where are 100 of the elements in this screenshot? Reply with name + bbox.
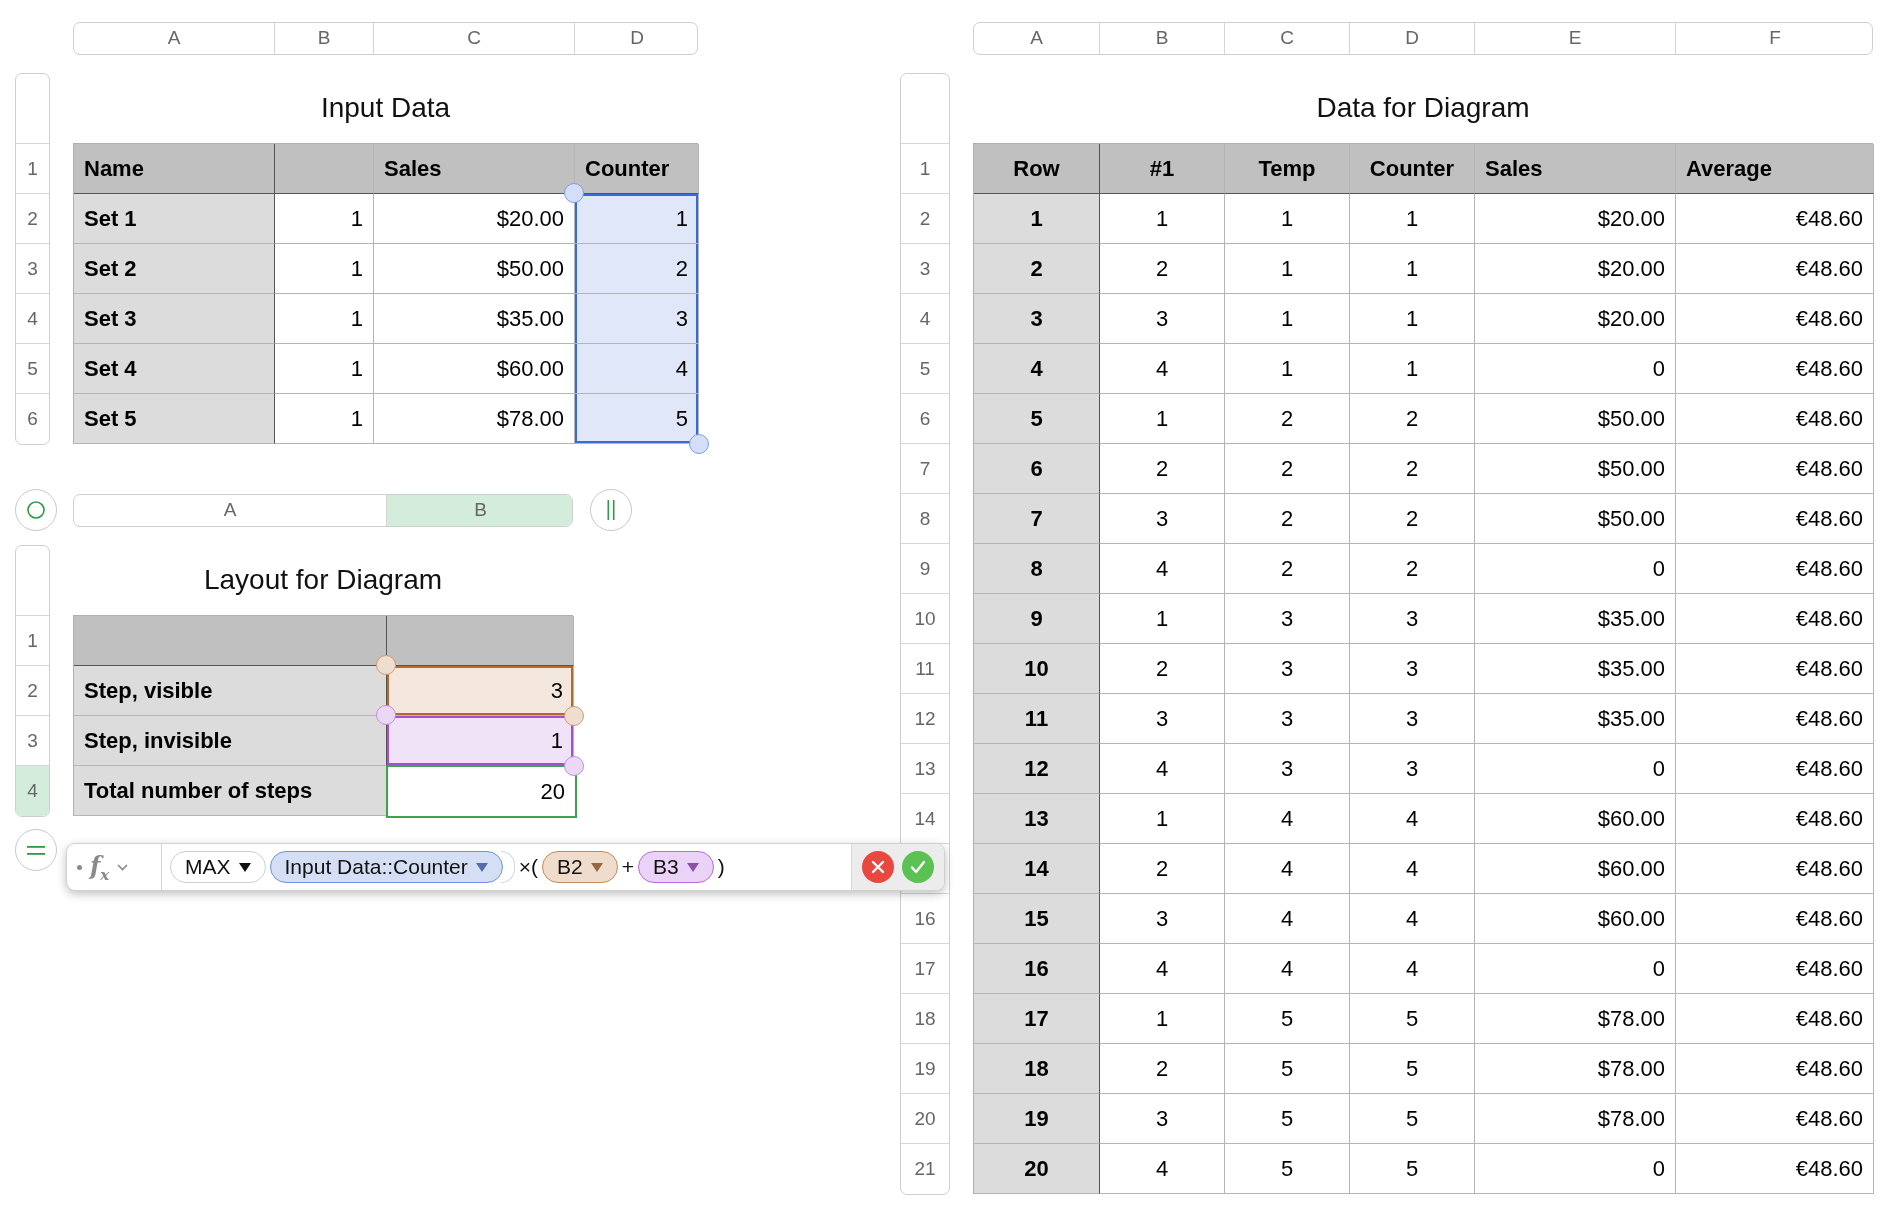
row-number[interactable]: 11 — [901, 644, 949, 694]
row-number[interactable]: 3 — [901, 244, 949, 294]
row-number[interactable]: 10 — [901, 594, 949, 644]
table-cell: €48.60 — [1676, 894, 1874, 944]
column-letter[interactable]: D — [1350, 22, 1475, 54]
header-cell: Row — [974, 144, 1100, 194]
table-cell: 5 — [1225, 1094, 1350, 1144]
table-cell: 4 — [1350, 794, 1475, 844]
table-cell: 12 — [974, 744, 1100, 794]
table-cell: 1 — [275, 394, 374, 444]
row-number[interactable]: 4 — [901, 294, 949, 344]
row-number[interactable]: 1 — [901, 144, 949, 194]
accept-button[interactable] — [902, 851, 934, 883]
row-number[interactable]: 18 — [901, 994, 949, 1044]
row-number[interactable]: 16 — [901, 894, 949, 944]
table-cell: 0 — [1475, 544, 1676, 594]
header-cell: Counter — [1350, 144, 1475, 194]
table-cell: 2 — [1100, 644, 1225, 694]
column-letter[interactable]: B — [387, 494, 572, 526]
dropdown-icon — [590, 862, 603, 872]
row-number[interactable]: 2 — [16, 194, 49, 244]
table-cell: €48.60 — [1676, 544, 1874, 594]
table-cell: 3 — [575, 294, 699, 344]
row-number[interactable]: 13 — [901, 744, 949, 794]
table-cell: 19 — [974, 1094, 1100, 1144]
row-number[interactable]: 5 — [16, 344, 49, 394]
table-cell: 2 — [1225, 394, 1350, 444]
column-letter[interactable]: B — [275, 22, 374, 54]
table-cell: 1 — [1100, 194, 1225, 244]
cancel-button[interactable] — [862, 851, 894, 883]
row-number[interactable]: 19 — [901, 1044, 949, 1094]
row-number[interactable]: 21 — [901, 1144, 949, 1194]
table-cell: €48.60 — [1676, 694, 1874, 744]
table-cell: 5 — [1225, 1044, 1350, 1094]
table-cell: 3 — [974, 294, 1100, 344]
table-cell: €48.60 — [1676, 394, 1874, 444]
header-cell: Average — [1676, 144, 1874, 194]
row-number[interactable]: 2 — [901, 194, 949, 244]
column-letter[interactable]: C — [374, 22, 575, 54]
selection-handle[interactable] — [564, 756, 584, 776]
table-cell: 2 — [1350, 494, 1475, 544]
table-cell: 2 — [1225, 444, 1350, 494]
row-number[interactable]: 2 — [16, 666, 49, 716]
table-cell: $20.00 — [1475, 294, 1676, 344]
table-cell: $78.00 — [1475, 994, 1676, 1044]
table-cell: 2 — [1350, 444, 1475, 494]
row-number[interactable]: 8 — [901, 494, 949, 544]
table-cell: $50.00 — [1475, 494, 1676, 544]
table-cell: €48.60 — [1676, 1044, 1874, 1094]
table-cell: 1 — [1225, 194, 1350, 244]
table-cell: 2 — [1100, 244, 1225, 294]
row-number[interactable]: 4 — [16, 766, 49, 816]
function-label[interactable]: f$_{x}$ — [90, 850, 110, 884]
table-cell: $20.00 — [1475, 244, 1676, 294]
equals-button[interactable] — [15, 829, 57, 871]
column-letter[interactable]: D — [575, 22, 697, 54]
row-number[interactable]: 6 — [16, 394, 49, 444]
table-cell: 1 — [1350, 294, 1475, 344]
table-cell: 2 — [1100, 844, 1225, 894]
reference-token[interactable]: B2 — [542, 851, 618, 883]
table-cell: 3 — [1225, 744, 1350, 794]
header-cell: #1 — [1100, 144, 1225, 194]
table-cell: 2 — [575, 244, 699, 294]
row-number[interactable]: 9 — [901, 544, 949, 594]
table-title: Layout for Diagram — [203, 564, 443, 596]
chevron-icon[interactable] — [117, 863, 129, 871]
row-number[interactable]: 20 — [901, 1094, 949, 1144]
table-cell: $50.00 — [374, 244, 575, 294]
row-number[interactable]: 1 — [16, 144, 49, 194]
row-number[interactable]: 3 — [16, 244, 49, 294]
row-number[interactable]: 6 — [901, 394, 949, 444]
table-cell: €48.60 — [1676, 194, 1874, 244]
table-cell: $35.00 — [374, 294, 575, 344]
row-number[interactable]: 17 — [901, 944, 949, 994]
selection-handle[interactable] — [689, 434, 709, 454]
row-number[interactable]: 5 — [901, 344, 949, 394]
column-letter[interactable]: C — [1225, 22, 1350, 54]
table-select-button[interactable] — [15, 489, 57, 531]
column-letter[interactable]: B — [1100, 22, 1225, 54]
table-cell: 13 — [974, 794, 1100, 844]
table-cell: €48.60 — [1676, 344, 1874, 394]
row-number[interactable]: 1 — [16, 616, 49, 666]
table-cell: 4 — [1100, 744, 1225, 794]
column-letter[interactable]: A — [74, 22, 275, 54]
column-letter[interactable]: A — [974, 22, 1100, 54]
column-handle-button[interactable] — [590, 489, 632, 531]
table-cell: 1 — [1100, 394, 1225, 444]
row-number[interactable]: 12 — [901, 694, 949, 744]
close-icon — [871, 860, 885, 874]
reference-token[interactable]: B3 — [638, 851, 714, 883]
column-letter[interactable]: F — [1676, 22, 1872, 54]
row-number[interactable]: 4 — [16, 294, 49, 344]
table-cell: 3 — [1350, 594, 1475, 644]
reference-token[interactable]: Input Data::Counter — [269, 851, 503, 883]
selection-handle[interactable] — [564, 706, 584, 726]
column-letter[interactable]: E — [1475, 22, 1676, 54]
table-cell: 0 — [1475, 944, 1676, 994]
table-title: Input Data — [320, 92, 451, 124]
row-number[interactable]: 7 — [901, 444, 949, 494]
function-token[interactable]: MAX — [170, 851, 266, 883]
